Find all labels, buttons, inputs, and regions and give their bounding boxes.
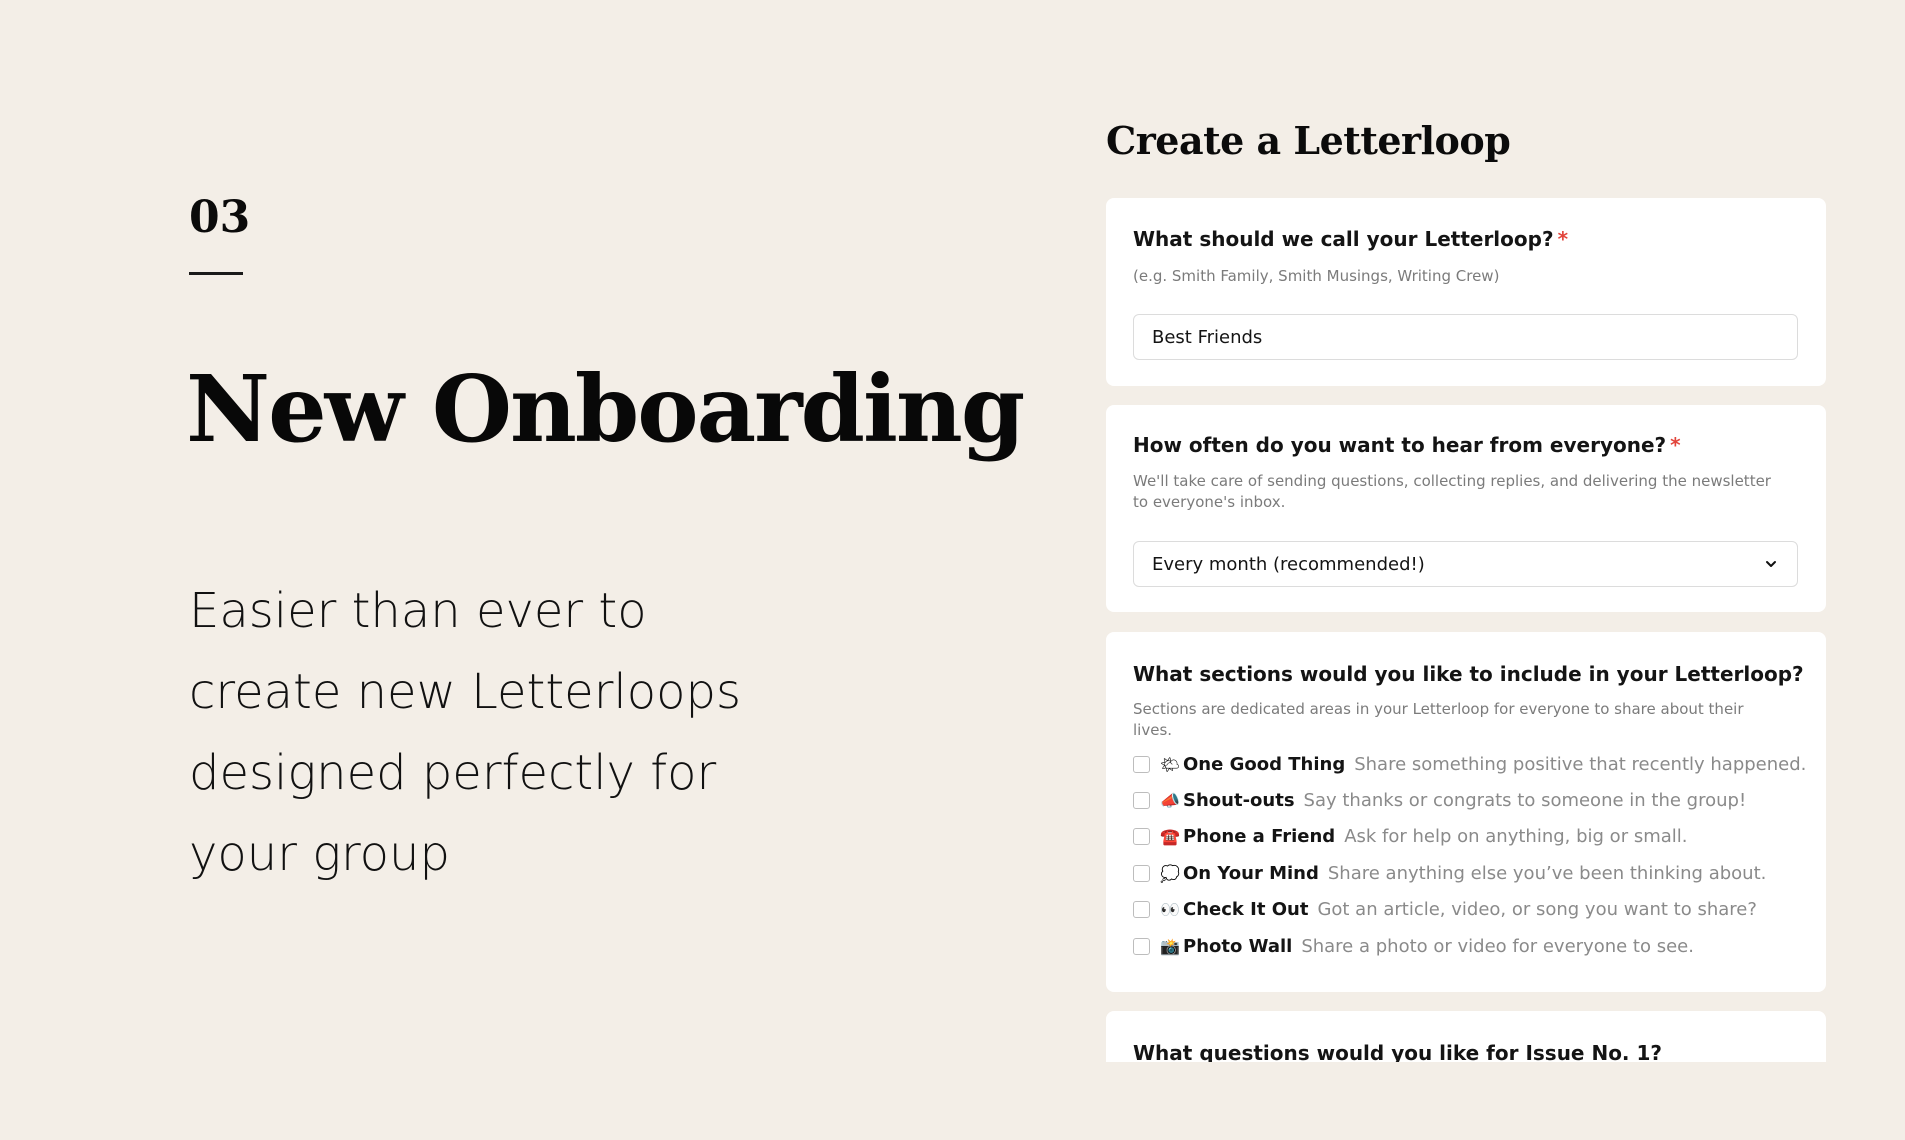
section-name: Photo Wall — [1183, 935, 1293, 957]
section-description: Share a photo or video for everyone to s… — [1301, 935, 1694, 957]
section-description: Say thanks or congrats to someone in the… — [1303, 790, 1747, 812]
checkbox[interactable] — [1133, 792, 1150, 810]
form-scroll-area[interactable]: What should we call your Letterloop? * (e… — [1106, 198, 1826, 1062]
sun-cloud-icon: 🌤 — [1159, 754, 1181, 774]
section-name: On Your Mind — [1183, 862, 1319, 884]
questions-question: What questions would you like for Issue … — [1133, 1041, 1663, 1062]
frequency-selected-value: Every month (recommended!) — [1152, 553, 1425, 575]
tagline: Easier than ever to create new Letterloo… — [189, 571, 809, 895]
step-divider — [189, 272, 243, 275]
section-option-photo-wall[interactable]: 📸 Photo Wall Share a photo or video for … — [1133, 928, 1806, 964]
section-description: Ask for help on anything, big or small. — [1344, 826, 1688, 848]
section-name: Check It Out — [1183, 899, 1309, 921]
section-option-shout-outs[interactable]: 📣 Shout-outs Say thanks or congrats to s… — [1133, 782, 1806, 818]
questions-card: What questions would you like for Issue … — [1106, 1011, 1826, 1062]
name-help: (e.g. Smith Family, Smith Musings, Writi… — [1133, 267, 1500, 285]
step-number: 03 — [189, 192, 251, 243]
required-mark: * — [1670, 433, 1681, 457]
frequency-question: How often do you want to hear from every… — [1133, 433, 1681, 457]
megaphone-icon: 📣 — [1160, 791, 1180, 811]
section-description: Got an article, video, or song you want … — [1317, 899, 1757, 921]
section-name: Shout-outs — [1183, 790, 1295, 812]
frequency-question-text: How often do you want to hear from every… — [1133, 433, 1667, 457]
letterloop-name-input[interactable] — [1133, 314, 1798, 360]
name-question-text: What should we call your Letterloop? — [1133, 227, 1554, 251]
thought-bubble-icon: 💭 — [1160, 863, 1180, 883]
headline: New Onboarding — [186, 355, 1025, 463]
telephone-icon: ☎️ — [1160, 827, 1180, 847]
name-card: What should we call your Letterloop? * (e… — [1106, 198, 1826, 386]
checkbox[interactable] — [1133, 828, 1150, 846]
required-mark: * — [1557, 227, 1569, 251]
section-option-one-good-thing[interactable]: 🌤 One Good Thing Share something positiv… — [1133, 746, 1806, 782]
section-name: One Good Thing — [1183, 753, 1346, 775]
camera-icon: 📸 — [1160, 936, 1180, 956]
page: 03 New Onboarding Easier than ever to cr… — [0, 0, 1905, 1140]
tagline-line: your group — [189, 826, 450, 882]
section-name: Phone a Friend — [1183, 826, 1336, 848]
chevron-down-icon — [1763, 556, 1779, 572]
name-question: What should we call your Letterloop? * — [1133, 227, 1568, 251]
frequency-card: How often do you want to hear from every… — [1106, 405, 1826, 612]
sections-question: What sections would you like to include … — [1133, 662, 1804, 686]
form-title: Create a Letterloop — [1106, 118, 1511, 163]
checkbox[interactable] — [1133, 937, 1150, 955]
frequency-help: We'll take care of sending questions, co… — [1133, 472, 1771, 511]
sections-options: 🌤 One Good Thing Share something positiv… — [1133, 746, 1806, 964]
tagline-line: create new Letterloops — [189, 664, 741, 720]
checkbox[interactable] — [1133, 864, 1150, 882]
section-option-on-your-mind[interactable]: 💭 On Your Mind Share anything else you’v… — [1133, 855, 1806, 891]
section-option-check-it-out[interactable]: 👀 Check It Out Got an article, video, or… — [1133, 892, 1806, 928]
checkbox[interactable] — [1133, 901, 1150, 919]
checkbox[interactable] — [1133, 755, 1150, 773]
frequency-select[interactable]: Every month (recommended!) — [1133, 541, 1798, 587]
sections-card: What sections would you like to include … — [1106, 632, 1826, 992]
sections-help: Sections are dedicated areas in your Let… — [1133, 700, 1744, 739]
tagline-line: Easier than ever to — [189, 583, 647, 639]
eyes-icon: 👀 — [1160, 900, 1180, 920]
section-description: Share anything else you’ve been thinking… — [1327, 862, 1767, 884]
section-description: Share something positive that recently h… — [1354, 753, 1807, 775]
section-option-phone-a-friend[interactable]: ☎️ Phone a Friend Ask for help on anythi… — [1133, 819, 1806, 855]
tagline-line: designed perfectly for — [189, 745, 717, 801]
